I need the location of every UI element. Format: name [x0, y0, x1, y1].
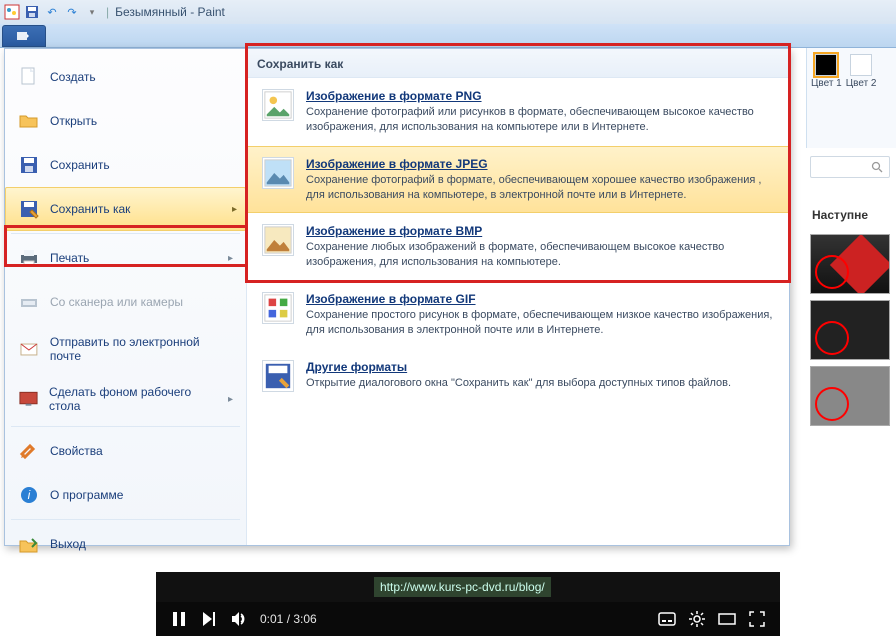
- save-as-panel: Сохранить как Изображение в формате PNG …: [247, 49, 789, 545]
- save-as-icon: [18, 198, 40, 220]
- menu-item-label: Сохранить как: [50, 202, 130, 216]
- format-title: Изображение в формате GIF: [306, 292, 774, 306]
- search-box[interactable]: [810, 156, 890, 178]
- gif-icon: [262, 292, 294, 324]
- video-player: http://www.kurs-pc-dvd.ru/blog/ 0:01 / 3…: [156, 572, 780, 636]
- color1-swatch[interactable]: [815, 54, 837, 76]
- format-title: Изображение в формате PNG: [306, 89, 774, 103]
- exit-icon: [18, 533, 40, 555]
- menu-item-print[interactable]: Печать ▸: [5, 236, 246, 280]
- ribbon-color-group: Цвет 1 Цвет 2: [806, 48, 896, 148]
- menu-item-properties[interactable]: Свойства: [5, 429, 246, 473]
- qat-save-icon[interactable]: [24, 4, 40, 20]
- png-icon: [262, 89, 294, 121]
- new-icon: [18, 66, 40, 88]
- menu-item-save-as[interactable]: Сохранить как: [5, 187, 246, 231]
- fullscreen-button[interactable]: [748, 610, 766, 628]
- scanner-icon: [18, 291, 40, 313]
- format-desc: Сохранение фотографий в формате, обеспеч…: [306, 173, 774, 203]
- qat-redo-icon[interactable]: ↷: [64, 4, 80, 20]
- svg-text:i: i: [28, 488, 31, 502]
- menu-item-set-background[interactable]: Сделать фоном рабочего стола ▸: [5, 374, 246, 424]
- menu-item-label: Сохранить: [50, 158, 110, 172]
- menu-item-open[interactable]: Открыть: [5, 99, 246, 143]
- format-item-bmp[interactable]: Изображение в формате BMP Сохранение люб…: [247, 213, 789, 281]
- menu-item-exit[interactable]: Выход: [5, 522, 246, 566]
- format-desc: Сохранение простого рисунок в формате, о…: [306, 308, 774, 338]
- format-item-other[interactable]: Другие форматы Открытие диалогового окна…: [247, 349, 789, 403]
- file-tab[interactable]: [2, 25, 46, 47]
- properties-icon: [18, 440, 40, 462]
- menu-item-label: Сделать фоном рабочего стола: [49, 385, 218, 413]
- print-icon: [18, 247, 40, 269]
- theater-button[interactable]: [718, 610, 736, 628]
- chevron-right-icon: ▸: [228, 394, 233, 405]
- email-icon: [18, 338, 40, 360]
- pause-button[interactable]: [170, 610, 188, 628]
- next-button[interactable]: [200, 610, 218, 628]
- color2-label: Цвет 2: [846, 78, 877, 89]
- window-title: Безымянный - Paint: [115, 5, 225, 19]
- format-item-gif[interactable]: Изображение в формате GIF Сохранение про…: [247, 281, 789, 349]
- qat-customize-icon[interactable]: ▾: [84, 4, 100, 20]
- tab-strip: [0, 24, 896, 48]
- format-desc: Открытие диалогового окна "Сохранить как…: [306, 376, 731, 391]
- format-title: Изображение в формате BMP: [306, 224, 774, 238]
- color1-label: Цвет 1: [811, 78, 842, 89]
- next-heading: Наступне: [806, 178, 896, 228]
- sidebar-thumb[interactable]: [810, 366, 890, 426]
- color2-swatch[interactable]: [850, 54, 872, 76]
- menu-item-label: О программе: [50, 488, 123, 502]
- format-title: Изображение в формате JPEG: [306, 157, 774, 171]
- info-icon: i: [18, 484, 40, 506]
- menu-item-label: Отправить по электронной почте: [50, 335, 233, 363]
- menu-item-label: Со сканера или камеры: [50, 295, 183, 309]
- qat-undo-icon[interactable]: ↶: [44, 4, 60, 20]
- subtitles-button[interactable]: [658, 610, 676, 628]
- sidebar-thumb[interactable]: [810, 234, 890, 294]
- file-menu-backstage: Создать Открыть Сохранить Сохранить как …: [4, 48, 790, 546]
- video-overlay-link[interactable]: http://www.kurs-pc-dvd.ru/blog/: [156, 572, 780, 602]
- open-icon: [18, 110, 40, 132]
- format-desc: Сохранение фотографий или рисунков в фор…: [306, 105, 774, 135]
- save-as-header: Сохранить как: [247, 49, 789, 78]
- menu-item-label: Открыть: [50, 114, 97, 128]
- menu-item-label: Печать: [50, 251, 89, 265]
- menu-item-save[interactable]: Сохранить: [5, 143, 246, 187]
- format-item-jpeg[interactable]: Изображение в формате JPEG Сохранение фо…: [247, 146, 789, 214]
- jpeg-icon: [262, 157, 294, 189]
- app-icon: [4, 4, 20, 20]
- other-formats-icon: [262, 360, 294, 392]
- chevron-right-icon: ▸: [228, 253, 233, 264]
- title-bar: ↶ ↷ ▾ | Безымянный - Paint: [0, 0, 896, 24]
- menu-item-about[interactable]: i О программе: [5, 473, 246, 517]
- video-time: 0:01 / 3:06: [260, 612, 317, 626]
- menu-item-label: Создать: [50, 70, 96, 84]
- bmp-icon: [262, 224, 294, 256]
- format-title: Другие форматы: [306, 360, 731, 374]
- file-menu-left: Создать Открыть Сохранить Сохранить как …: [5, 49, 247, 545]
- settings-button[interactable]: [688, 610, 706, 628]
- right-sidebar: Наступне: [806, 150, 896, 432]
- desktop-bg-icon: [18, 388, 39, 410]
- menu-item-email[interactable]: Отправить по электронной почте: [5, 324, 246, 374]
- menu-item-label: Свойства: [50, 444, 103, 458]
- save-icon: [18, 154, 40, 176]
- video-controls: 0:01 / 3:06: [156, 602, 780, 636]
- menu-item-new[interactable]: Создать: [5, 55, 246, 99]
- menu-item-label: Выход: [50, 537, 86, 551]
- menu-item-scanner: Со сканера или камеры: [5, 280, 246, 324]
- format-list: Изображение в формате PNG Сохранение фот…: [247, 78, 789, 403]
- volume-button[interactable]: [230, 610, 248, 628]
- format-item-png[interactable]: Изображение в формате PNG Сохранение фот…: [247, 78, 789, 146]
- format-desc: Сохранение любых изображений в формате, …: [306, 240, 774, 270]
- sidebar-thumb[interactable]: [810, 300, 890, 360]
